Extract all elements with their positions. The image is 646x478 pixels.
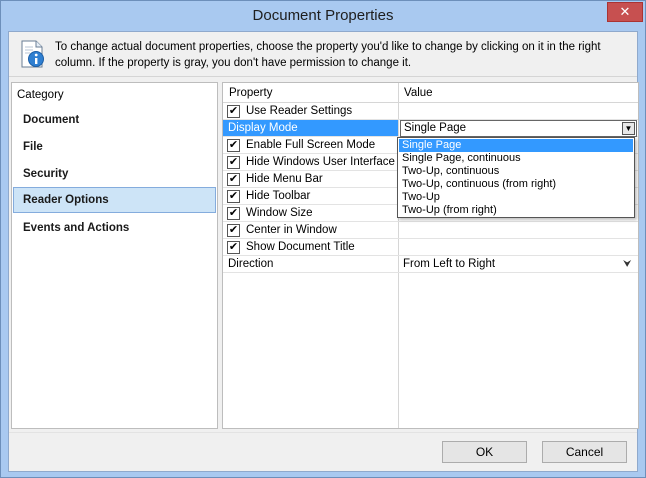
direction-value[interactable]: From Left to Right: [403, 258, 495, 270]
enable-full-screen-checkbox[interactable]: ✔: [227, 139, 240, 152]
hide-toolbar-label: Hide Toolbar: [246, 190, 311, 202]
category-list: Category Document File Security Reader O…: [11, 82, 218, 429]
header-divider: [9, 76, 637, 77]
property-column-header: Property: [229, 87, 273, 99]
row-direction[interactable]: Direction From Left to Right ⮟: [223, 256, 638, 273]
property-grid: Property Value ✔ Use Reader Settings Dis…: [222, 82, 639, 429]
row-center-in-window[interactable]: ✔ Center in Window: [223, 222, 638, 239]
chevron-down-icon[interactable]: ▼: [622, 122, 635, 135]
center-in-window-label: Center in Window: [246, 224, 337, 236]
dropdown-option-single-page-continuous[interactable]: Single Page, continuous: [399, 152, 633, 165]
grid-header: Property Value: [223, 83, 638, 103]
dropdown-option-two-up[interactable]: Two-Up: [399, 191, 633, 204]
window-title: Document Properties: [252, 7, 394, 24]
close-icon: ✕: [619, 4, 631, 19]
dialog-window: Document Properties ✕ To change actual d…: [0, 0, 646, 478]
value-column-header: Value: [404, 87, 433, 99]
use-reader-settings-checkbox[interactable]: ✔: [227, 105, 240, 118]
document-info-icon: [21, 40, 44, 68]
category-item-security[interactable]: Security: [13, 161, 216, 187]
display-mode-value: Single Page: [404, 122, 467, 134]
direction-label: Direction: [228, 258, 274, 270]
category-item-file[interactable]: File: [13, 134, 216, 160]
info-message: To change actual document properties, ch…: [55, 41, 601, 69]
footer-divider: [9, 432, 637, 433]
hide-menu-bar-checkbox[interactable]: ✔: [227, 173, 240, 186]
category-item-reader-options[interactable]: Reader Options: [13, 187, 216, 213]
hide-menu-bar-label: Hide Menu Bar: [246, 173, 323, 185]
row-display-mode[interactable]: Display Mode Single Page ▼: [223, 120, 638, 137]
close-button[interactable]: ✕: [607, 2, 643, 22]
show-document-title-checkbox[interactable]: ✔: [227, 241, 240, 254]
dropdown-option-two-up-right[interactable]: Two-Up (from right): [399, 204, 633, 217]
hide-windows-ui-checkbox[interactable]: ✔: [227, 156, 240, 169]
window-size-checkbox[interactable]: ✔: [227, 207, 240, 220]
display-mode-dropdown-list: Single Page Single Page, continuous Two-…: [397, 137, 635, 218]
hide-windows-ui-label: Hide Windows User Interface: [246, 156, 395, 168]
center-in-window-checkbox[interactable]: ✔: [227, 224, 240, 237]
dropdown-option-two-up-continuous[interactable]: Two-Up, continuous: [399, 165, 633, 178]
enable-full-screen-label: Enable Full Screen Mode: [246, 139, 376, 151]
use-reader-settings-label: Use Reader Settings: [246, 105, 353, 117]
ok-button[interactable]: OK: [442, 441, 527, 463]
dialog-client: To change actual document properties, ch…: [8, 31, 639, 472]
dropdown-option-two-up-continuous-right[interactable]: Two-Up, continuous (from right): [399, 178, 633, 191]
dropdown-option-single-page[interactable]: Single Page: [399, 139, 633, 152]
hide-toolbar-checkbox[interactable]: ✔: [227, 190, 240, 203]
category-item-document[interactable]: Document: [13, 107, 216, 133]
row-show-document-title[interactable]: ✔ Show Document Title: [223, 239, 638, 256]
dropdown-arrow-icon[interactable]: ⮟: [623, 259, 632, 270]
cancel-button[interactable]: Cancel: [542, 441, 627, 463]
category-header: Category: [17, 89, 64, 101]
window-size-label: Window Size: [246, 207, 313, 219]
category-item-events-actions[interactable]: Events and Actions: [13, 215, 216, 241]
display-mode-label: Display Mode: [228, 122, 298, 134]
title-bar[interactable]: Document Properties ✕: [1, 1, 645, 31]
show-document-title-label: Show Document Title: [246, 241, 355, 253]
row-use-reader-settings[interactable]: ✔ Use Reader Settings: [223, 103, 638, 120]
display-mode-select[interactable]: Single Page ▼: [400, 120, 637, 137]
